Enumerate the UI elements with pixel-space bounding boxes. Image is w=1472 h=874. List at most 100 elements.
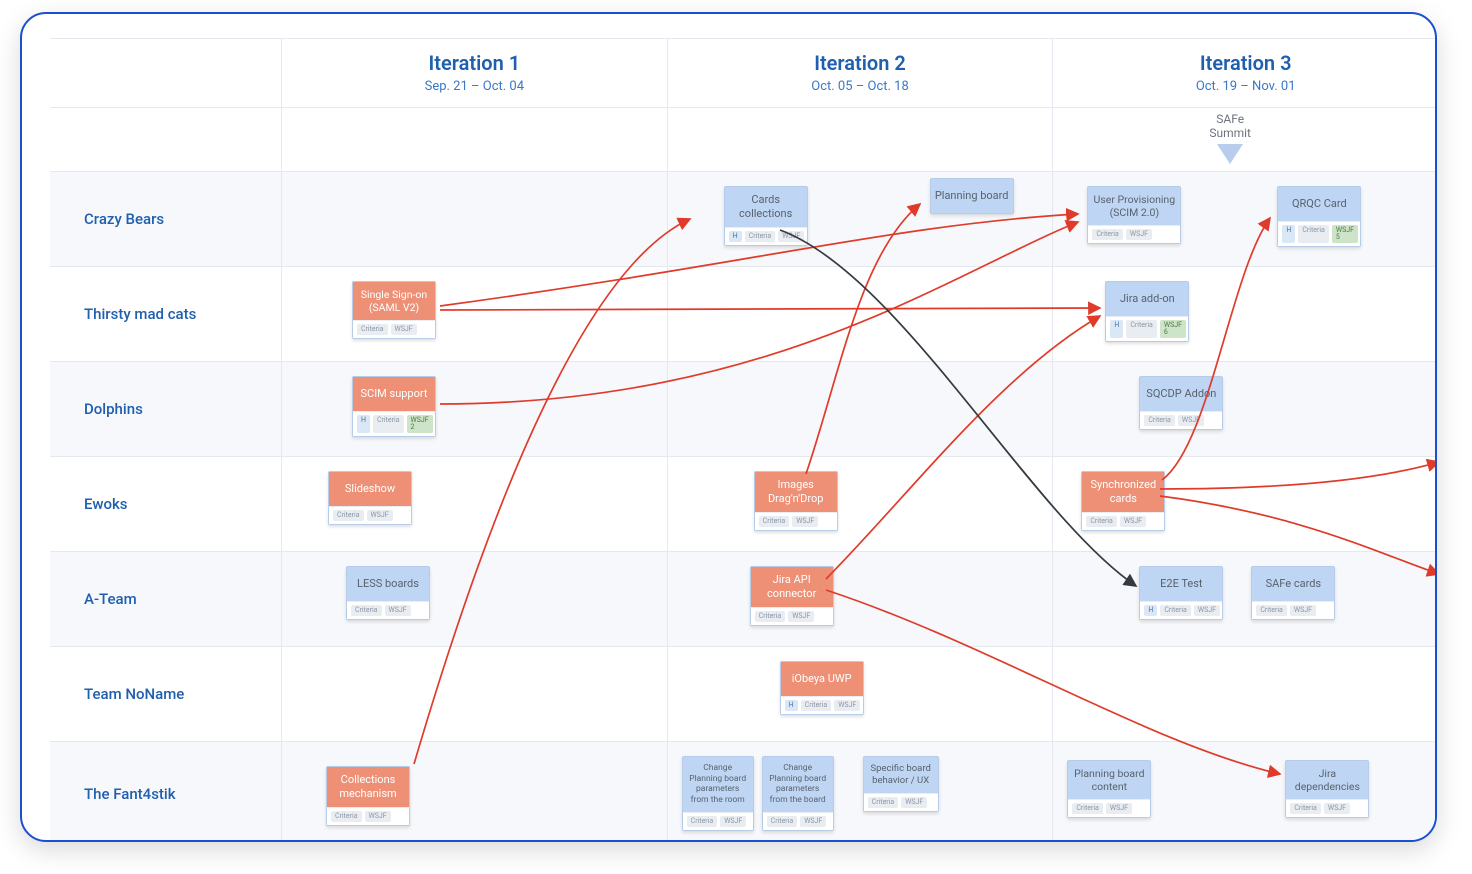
cell[interactable] — [668, 267, 1054, 361]
cell[interactable]: Cards collections H Criteria WSJF Planni… — [668, 172, 1054, 266]
chip-wsjf5: WSJF 5 — [1332, 225, 1358, 243]
chip-criteria: Criteria — [357, 324, 388, 335]
iteration-1-header[interactable]: Iteration 1 Sep. 21 – Oct. 04 — [282, 39, 668, 107]
cell[interactable]: Images Drag'n'Drop Criteria WSJF — [668, 457, 1054, 551]
card-footer: Criteria WSJF — [751, 607, 833, 625]
card-footer: Criteria WSJF — [1286, 799, 1368, 817]
card-qrqc[interactable]: QRQC Card H Criteria WSJF 5 — [1277, 186, 1361, 247]
cell[interactable]: Jira add-on H Criteria WSJF 6 — [1053, 267, 1437, 361]
cell[interactable]: Change Planning board parameters from th… — [668, 742, 1054, 842]
cell[interactable]: SCIM support H Criteria WSJF 2 — [282, 362, 668, 456]
chip-criteria: Criteria — [1072, 803, 1103, 814]
card-scim-support[interactable]: SCIM support H Criteria WSJF 2 — [352, 376, 436, 437]
card-label: Specific board behavior / UX — [864, 757, 938, 793]
card-label: E2E Test — [1140, 567, 1222, 601]
program-board-frame: Iteration 1 Sep. 21 – Oct. 04 Iteration … — [20, 12, 1437, 842]
milestone-label: SAFe — [1209, 112, 1251, 126]
team-name[interactable]: Team NoName — [50, 647, 282, 741]
milestone-strip: SAFe Summit — [50, 108, 1437, 172]
chip-h: H — [1282, 225, 1295, 243]
chip-wsjf: WSJF — [1120, 516, 1146, 527]
chip-criteria: Criteria — [1144, 415, 1175, 426]
card-footer: Criteria WSJF — [683, 812, 753, 830]
cell[interactable] — [1053, 647, 1437, 741]
card-label: Jira dependencies — [1286, 761, 1368, 799]
chip-criteria: Criteria — [755, 611, 786, 622]
iteration-2-header[interactable]: Iteration 2 Oct. 05 – Oct. 18 — [668, 39, 1054, 107]
card-less-boards[interactable]: LESS boards Criteria WSJF — [346, 566, 430, 620]
card-user-provisioning[interactable]: User Provisioning (SCIM 2.0) Criteria WS… — [1087, 186, 1181, 244]
cell[interactable]: E2E Test H Criteria WSJF SAFe cards Crit… — [1053, 552, 1437, 646]
card-footer: H Criteria WSJF 2 — [353, 411, 435, 436]
card-label: Planning board — [931, 179, 1013, 213]
chip-wsjf: WSJF — [901, 797, 927, 808]
card-sso-saml[interactable]: Single Sign-on (SAML V2) Criteria WSJF — [352, 281, 436, 339]
chip-criteria: Criteria — [1086, 516, 1117, 527]
team-name[interactable]: Ewoks — [50, 457, 282, 551]
cell[interactable]: iObeya UWP H Criteria WSJF — [668, 647, 1054, 741]
card-label: SQCDP Addon — [1140, 377, 1222, 411]
card-planning-board[interactable]: Planning board — [930, 178, 1014, 214]
cell[interactable]: Planning board content Criteria WSJF Jir… — [1053, 742, 1437, 842]
card-label: LESS boards — [347, 567, 429, 601]
cell[interactable] — [282, 172, 668, 266]
cell[interactable]: Slideshow Criteria WSJF — [282, 457, 668, 551]
card-label: QRQC Card — [1278, 187, 1360, 221]
milestone-safe-summit[interactable]: SAFe Summit — [1209, 112, 1251, 164]
cell[interactable]: Synchronized cards Criteria WSJF — [1053, 457, 1437, 551]
team-name[interactable]: A-Team — [50, 552, 282, 646]
card-label: iObeya UWP — [781, 662, 863, 696]
chip-criteria: Criteria — [767, 816, 798, 827]
card-footer: Criteria WSJF — [1068, 799, 1150, 817]
cell[interactable]: Collections mechanism Criteria WSJF — [282, 742, 668, 842]
milestone-cell-1 — [282, 108, 668, 171]
card-slideshow[interactable]: Slideshow Criteria WSJF — [328, 471, 412, 525]
team-name[interactable]: The Fant4stik — [50, 742, 282, 842]
milestone-spacer — [50, 108, 282, 171]
chip-wsjf: WSJF — [1194, 605, 1220, 616]
card-footer: Criteria WSJF — [755, 512, 837, 530]
card-e2e-test[interactable]: E2E Test H Criteria WSJF — [1139, 566, 1223, 620]
card-change-pb-room[interactable]: Change Planning board parameters from th… — [682, 756, 754, 831]
chip-criteria: Criteria — [745, 231, 776, 242]
card-jira-dependencies[interactable]: Jira dependencies Criteria WSJF — [1285, 760, 1369, 818]
team-name[interactable]: Crazy Bears — [50, 172, 282, 266]
card-label: Slideshow — [329, 472, 411, 506]
cell[interactable]: User Provisioning (SCIM 2.0) Criteria WS… — [1053, 172, 1437, 266]
card-planning-board-content[interactable]: Planning board content Criteria WSJF — [1067, 760, 1151, 818]
cell[interactable] — [668, 362, 1054, 456]
cell[interactable]: LESS boards Criteria WSJF — [282, 552, 668, 646]
card-label: Change Planning board parameters from th… — [763, 757, 833, 812]
card-specific-board-ux[interactable]: Specific board behavior / UX Criteria WS… — [863, 756, 939, 812]
cell[interactable]: Single Sign-on (SAML V2) Criteria WSJF — [282, 267, 668, 361]
chip-wsjf: WSJF — [391, 324, 417, 335]
team-name[interactable]: Thirsty mad cats — [50, 267, 282, 361]
card-cards-collections[interactable]: Cards collections H Criteria WSJF — [724, 186, 808, 246]
card-jira-api-connector[interactable]: Jira API connector Criteria WSJF — [750, 566, 834, 626]
swimlane-row: Ewoks Slideshow Criteria WSJF Images Dra… — [50, 457, 1437, 552]
card-sqcdp-addon[interactable]: SQCDP Addon Criteria WSJF — [1139, 376, 1223, 430]
card-synchronized-cards[interactable]: Synchronized cards Criteria WSJF — [1081, 471, 1165, 531]
cell[interactable]: Jira API connector Criteria WSJF — [668, 552, 1054, 646]
card-iobeya-uwp[interactable]: iObeya UWP H Criteria WSJF — [780, 661, 864, 715]
cell[interactable] — [282, 647, 668, 741]
card-safe-cards[interactable]: SAFe cards Criteria WSJF — [1251, 566, 1335, 620]
chip-criteria: Criteria — [759, 516, 790, 527]
card-jira-addon[interactable]: Jira add-on H Criteria WSJF 6 — [1105, 281, 1189, 342]
card-images-dnd[interactable]: Images Drag'n'Drop Criteria WSJF — [754, 471, 838, 531]
team-name[interactable]: Dolphins — [50, 362, 282, 456]
chip-h: H — [1110, 320, 1123, 338]
milestone-label: Summit — [1209, 126, 1251, 140]
iteration-3-header[interactable]: Iteration 3 Oct. 19 – Nov. 01 — [1053, 39, 1437, 107]
card-collections-mechanism[interactable]: Collections mechanism Criteria WSJF — [326, 766, 410, 826]
chip-h: H — [785, 700, 798, 711]
chip-wsjf: WSJF — [1106, 803, 1132, 814]
cell[interactable]: SQCDP Addon Criteria WSJF — [1053, 362, 1437, 456]
card-label: Synchronized cards — [1082, 472, 1164, 512]
card-change-pb-board[interactable]: Change Planning board parameters from th… — [762, 756, 834, 831]
chip-wsjf: WSJF — [1126, 229, 1152, 240]
card-footer: Criteria WSJF — [347, 601, 429, 619]
iteration-dates: Oct. 19 – Nov. 01 — [1053, 79, 1437, 94]
card-footer: Criteria WSJF — [1082, 512, 1164, 530]
chip-criteria: Criteria — [687, 816, 718, 827]
